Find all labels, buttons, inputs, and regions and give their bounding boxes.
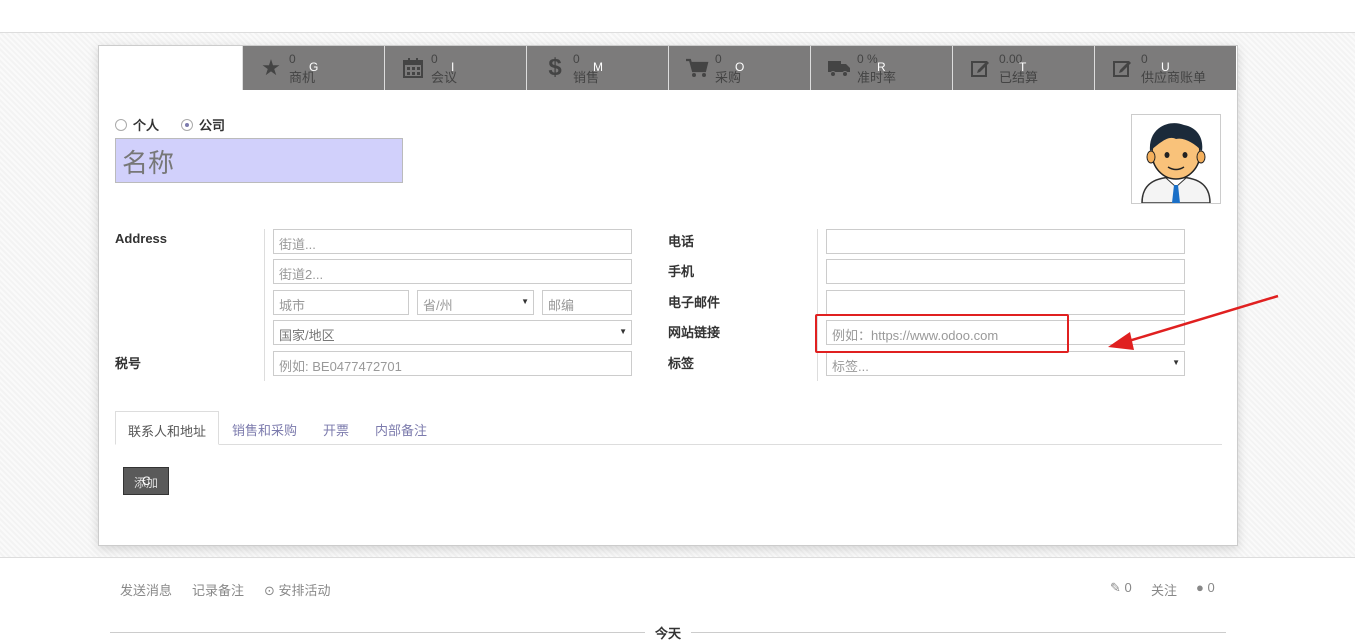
invoiced-button[interactable]: 0.00 已结算 T: [952, 46, 1094, 90]
website-label: 网站链接: [668, 325, 721, 340]
purchases-button[interactable]: 0 采购 O: [668, 46, 810, 90]
company-label: 公司: [199, 118, 226, 133]
opportunities-button[interactable]: ★ 0 商机 G: [242, 46, 384, 90]
divider: [110, 632, 645, 633]
state-select[interactable]: 省/州 ▼: [417, 290, 534, 315]
sales-button[interactable]: $ 0 销售 M: [526, 46, 668, 90]
shortcut-key: G: [309, 60, 319, 74]
tags-placeholder: 标签...: [832, 359, 869, 374]
truck-icon: [826, 56, 852, 80]
vendor-bills-button[interactable]: 0 供应商账单 U: [1094, 46, 1236, 90]
phone-label: 电话: [668, 234, 695, 249]
cart-icon: [684, 56, 710, 80]
address-label: Address: [115, 231, 168, 246]
shortcut-key: M: [593, 60, 603, 74]
individual-label: 个人: [133, 118, 160, 133]
shortcut-key: O: [735, 60, 745, 74]
stat-value: 0: [289, 52, 296, 66]
tab-internal-notes[interactable]: 内部备注: [375, 411, 427, 445]
vat-input[interactable]: 例如: BE0477472701: [273, 351, 632, 376]
caret-down-icon: ▼: [619, 327, 627, 336]
caret-down-icon: ▼: [1172, 358, 1180, 367]
street-input[interactable]: 街道...: [273, 229, 632, 254]
clock-icon: ⊙: [264, 583, 275, 598]
street2-input[interactable]: 街道2...: [273, 259, 632, 284]
form-sheet: ★ 0 商机 G 0 会议 I $ 0 销售 M 0 采购 O 0 % 准时率 …: [98, 45, 1238, 546]
add-contact-button[interactable]: 添加 C: [123, 467, 169, 495]
tab-invoicing[interactable]: 开票: [323, 411, 349, 445]
company-radio[interactable]: [181, 118, 194, 131]
edit-icon: [1110, 56, 1136, 80]
email-label: 电子邮件: [668, 295, 721, 310]
calendar-icon: [400, 56, 426, 80]
divider: [817, 229, 818, 381]
vat-label: 税号: [115, 356, 142, 371]
notebook-tabs: 联系人和地址 销售和采购 开票 内部备注: [115, 411, 1222, 445]
tags-select[interactable]: 标签... ▼: [826, 351, 1185, 376]
country-placeholder: 国家/地区: [279, 328, 335, 343]
highlight-box: [815, 314, 1069, 353]
state-placeholder: 省/州: [423, 298, 453, 313]
mobile-input[interactable]: [826, 259, 1185, 284]
avatar[interactable]: [1131, 114, 1221, 204]
stat-value: 0: [573, 52, 580, 66]
shortcut-key: C: [142, 474, 151, 488]
divider: [691, 632, 1226, 633]
country-select[interactable]: 国家/地区 ▼: [273, 320, 632, 345]
schedule-activity-label: 安排活动: [278, 583, 331, 598]
top-navbar: [0, 0, 1355, 33]
user-icon: ●: [1196, 580, 1204, 595]
stat-value: 0: [431, 52, 438, 66]
tab-contacts-addresses[interactable]: 联系人和地址: [115, 411, 220, 445]
send-message-button[interactable]: 发送消息: [120, 580, 172, 599]
stat-value: 0: [715, 52, 722, 66]
chatter: 发送消息 记录备注 ⊙ 安排活动 ✎ 0 关注 ● 0 今天: [0, 559, 1355, 641]
smart-button-box: ★ 0 商机 G 0 会议 I $ 0 销售 M 0 采购 O 0 % 准时率 …: [242, 46, 1238, 90]
divider: [264, 229, 265, 381]
shortcut-key: U: [1161, 60, 1170, 74]
name-input[interactable]: 名称: [115, 138, 403, 183]
today-separator: 今天: [655, 626, 682, 641]
shortcut-key: T: [1019, 60, 1027, 74]
annotation-arrow: [1108, 294, 1279, 350]
attachment-count: 0: [1124, 580, 1132, 595]
on-time-rate-button[interactable]: 0 % 准时率 R: [810, 46, 952, 90]
phone-input[interactable]: [826, 229, 1185, 254]
stat-label: 供应商账单: [1141, 70, 1207, 85]
paperclip-icon: ✎: [1110, 580, 1121, 595]
follower-count: 0: [1207, 580, 1215, 595]
schedule-activity-button[interactable]: ⊙ 安排活动: [264, 580, 331, 599]
meetings-button[interactable]: 0 会议 I: [384, 46, 526, 90]
edit-icon: [968, 56, 994, 80]
tags-label: 标签: [668, 356, 695, 371]
caret-down-icon: ▼: [521, 297, 529, 306]
stat-value: 0 %: [857, 52, 878, 66]
tab-sales-purchase[interactable]: 销售和采购: [232, 411, 297, 445]
shortcut-key: I: [451, 60, 455, 74]
city-input[interactable]: 城市: [273, 290, 409, 315]
followers-button[interactable]: ● 0: [1196, 580, 1215, 595]
star-icon: ★: [261, 55, 281, 80]
follow-button[interactable]: 关注: [1151, 580, 1177, 599]
attachments-button[interactable]: ✎ 0: [1110, 580, 1132, 596]
individual-radio[interactable]: [115, 118, 127, 131]
log-note-button[interactable]: 记录备注: [192, 580, 244, 599]
dollar-icon: $: [548, 54, 562, 81]
shortcut-key: R: [877, 60, 886, 74]
stat-value: 0: [1141, 52, 1148, 66]
zip-input[interactable]: 邮编: [542, 290, 632, 315]
company-type-selector: 个人 公司: [115, 115, 225, 134]
mobile-label: 手机: [668, 264, 695, 279]
